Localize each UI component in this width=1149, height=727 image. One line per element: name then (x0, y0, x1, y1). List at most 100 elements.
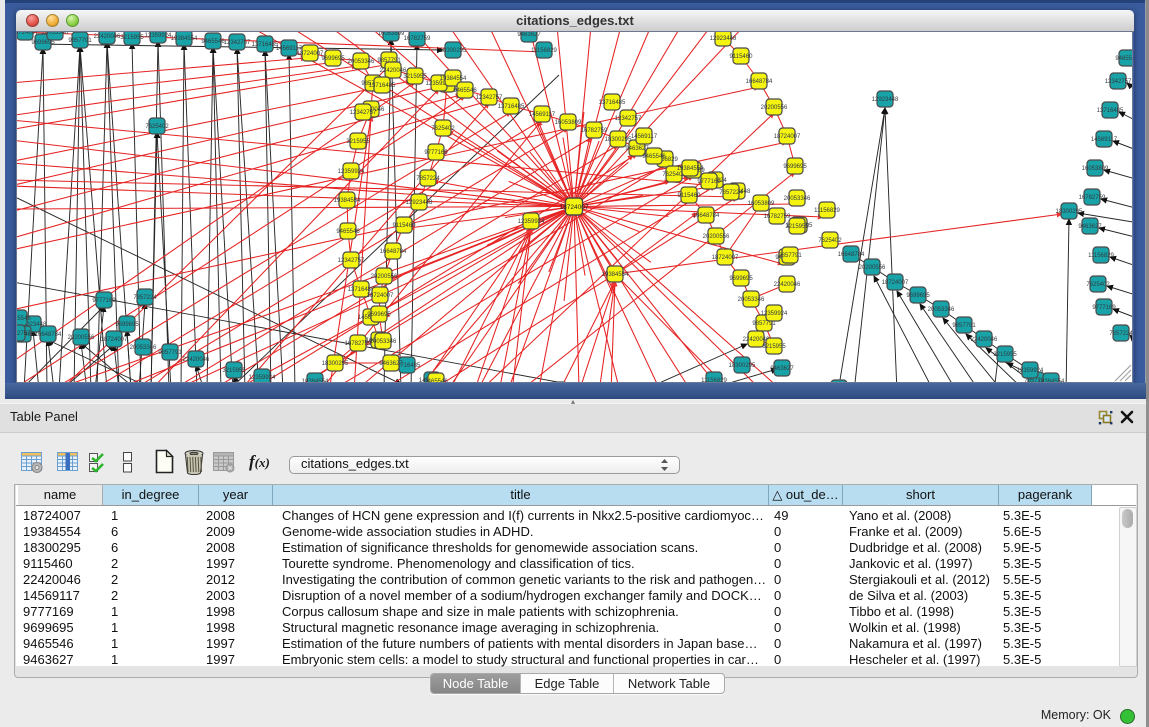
svg-text:18724007: 18724007 (297, 51, 324, 57)
svg-text:20200556: 20200556 (703, 234, 730, 240)
svg-text:7625402: 7625402 (818, 238, 842, 244)
svg-text:3215955: 3215955 (222, 368, 246, 374)
svg-text:9699695: 9699695 (31, 40, 55, 46)
svg-text:16648784: 16648784 (35, 332, 62, 338)
svg-text:12359924: 12359924 (1017, 368, 1044, 374)
svg-text:7857224: 7857224 (133, 295, 157, 301)
svg-text:18724007: 18724007 (774, 134, 801, 140)
svg-text:12342757: 12342757 (476, 95, 503, 101)
svg-text:16053809: 16053809 (555, 120, 582, 126)
svg-text:20053346: 20053346 (738, 297, 765, 303)
svg-text:13716485: 13716485 (369, 83, 396, 89)
svg-text:9115460: 9115460 (730, 54, 754, 60)
svg-text:18724007: 18724007 (367, 293, 394, 299)
svg-text:9699695: 9699695 (906, 293, 930, 299)
svg-text:9463627: 9463627 (1078, 224, 1102, 230)
svg-text:22420046: 22420046 (971, 337, 998, 343)
svg-text:3215955: 3215955 (785, 224, 809, 230)
svg-text:3215955: 3215955 (762, 344, 786, 350)
svg-text:9857791: 9857791 (952, 323, 976, 329)
svg-text:12359924: 12359924 (338, 169, 365, 175)
svg-text:12342757: 12342757 (350, 110, 377, 116)
svg-text:18300295: 18300295 (322, 361, 349, 367)
svg-text:3215955: 3215955 (346, 139, 370, 145)
svg-text:9857791: 9857791 (778, 253, 802, 259)
svg-text:20200556: 20200556 (68, 335, 95, 341)
svg-text:22420046: 22420046 (774, 282, 801, 288)
svg-text:7857224: 7857224 (1109, 331, 1133, 337)
svg-text:19384554: 19384554 (440, 76, 467, 82)
svg-text:3215955: 3215955 (120, 35, 144, 41)
svg-text:13716485: 13716485 (599, 100, 626, 106)
svg-text:9463627: 9463627 (517, 32, 541, 38)
svg-text:16053809: 16053809 (748, 201, 775, 207)
svg-text:16648784: 16648784 (380, 249, 407, 255)
svg-text:18724007: 18724007 (101, 337, 128, 343)
svg-text:18300295: 18300295 (1056, 209, 1083, 215)
svg-text:18300295: 18300295 (605, 137, 632, 143)
svg-text:18724007: 18724007 (560, 204, 589, 211)
svg-text:9777169: 9777169 (697, 179, 721, 185)
svg-text:7625402: 7625402 (145, 124, 169, 130)
svg-text:9699695: 9699695 (321, 56, 345, 62)
svg-text:9465546: 9465546 (201, 39, 225, 45)
svg-text:7857224: 7857224 (416, 176, 440, 182)
svg-text:9465546: 9465546 (453, 88, 477, 94)
svg-text:20053346: 20053346 (130, 345, 157, 351)
svg-text:12923448: 12923448 (710, 36, 737, 42)
svg-text:14569117: 14569117 (631, 134, 658, 140)
svg-text:16648784: 16648784 (838, 252, 865, 258)
svg-text:12923448: 12923448 (406, 200, 433, 206)
svg-text:12923448: 12923448 (872, 97, 899, 103)
svg-text:20053346: 20053346 (784, 196, 811, 202)
svg-text:16782759: 16782759 (345, 341, 372, 347)
svg-text:9857791: 9857791 (752, 321, 776, 327)
svg-text:13716485: 13716485 (498, 104, 525, 110)
svg-text:18300295: 18300295 (440, 48, 467, 54)
svg-text:9465546: 9465546 (336, 229, 360, 235)
svg-text:13716485: 13716485 (1097, 108, 1124, 114)
svg-text:9115460: 9115460 (393, 223, 417, 229)
svg-text:7625402: 7625402 (1086, 282, 1110, 288)
svg-text:20053346: 20053346 (348, 59, 375, 65)
svg-text:16782759: 16782759 (404, 36, 431, 42)
svg-text:19384554: 19384554 (602, 272, 629, 278)
svg-text:9777169: 9777169 (1092, 305, 1116, 311)
svg-text:9699695: 9699695 (115, 322, 139, 328)
svg-text:12342757: 12342757 (338, 258, 365, 264)
svg-text:9463627: 9463627 (379, 361, 403, 367)
svg-text:19384554: 19384554 (171, 36, 198, 42)
svg-text:16782759: 16782759 (581, 128, 608, 134)
svg-text:20053346: 20053346 (370, 339, 397, 345)
svg-text:22420046: 22420046 (94, 34, 121, 40)
svg-text:20200556: 20200556 (371, 274, 398, 280)
svg-text:22420046: 22420046 (183, 357, 210, 363)
svg-text:16648784: 16648784 (746, 79, 773, 85)
svg-text:14569117: 14569117 (1091, 137, 1118, 143)
svg-text:9857791: 9857791 (158, 350, 182, 356)
svg-text:20200556: 20200556 (761, 105, 788, 111)
svg-text:12342757: 12342757 (16, 331, 31, 337)
svg-text:9699695: 9699695 (783, 164, 807, 170)
svg-text:9699695: 9699695 (729, 276, 753, 282)
svg-text:11156829: 11156829 (1088, 253, 1114, 259)
svg-text:9115460: 9115460 (678, 193, 702, 199)
svg-text:3215955: 3215955 (993, 352, 1017, 358)
svg-text:12342757: 12342757 (224, 40, 251, 46)
svg-text:14569117: 14569117 (529, 112, 556, 118)
svg-text:9857791: 9857791 (68, 38, 92, 44)
svg-text:16053809: 16053809 (378, 31, 405, 37)
svg-text:9465546: 9465546 (642, 154, 666, 160)
svg-text:18724007: 18724007 (882, 280, 909, 286)
svg-text:16053809: 16053809 (1082, 166, 1109, 172)
svg-text:12359924: 12359924 (249, 375, 276, 381)
svg-text:9777169: 9777169 (424, 150, 448, 156)
svg-text:12359924: 12359924 (761, 311, 788, 317)
svg-text:18300295: 18300295 (729, 363, 756, 369)
svg-text:9777169: 9777169 (92, 298, 116, 304)
svg-text:7625402: 7625402 (431, 126, 455, 132)
svg-text:12359924: 12359924 (145, 33, 172, 39)
svg-text:12359924: 12359924 (518, 219, 545, 225)
svg-text:16782759: 16782759 (1079, 195, 1106, 201)
svg-text:16648784: 16648784 (693, 213, 720, 219)
